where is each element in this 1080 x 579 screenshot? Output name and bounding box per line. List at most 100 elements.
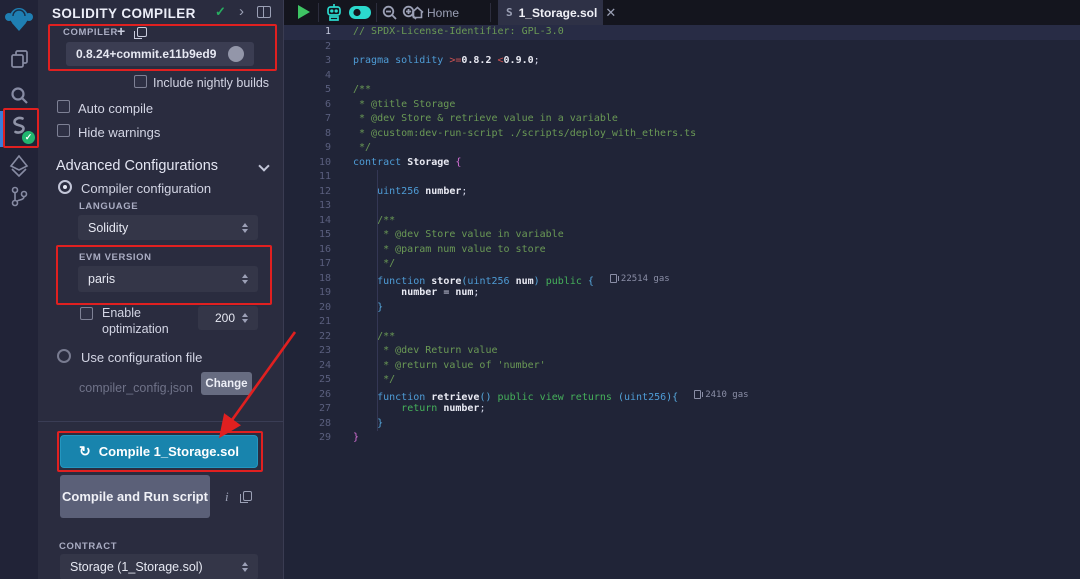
line-number: 12	[284, 185, 331, 200]
hide-warnings-checkbox[interactable]	[57, 124, 70, 137]
contract-select[interactable]: Storage (1_Storage.sol)	[60, 554, 258, 579]
code-line[interactable]: 15 * @dev Store value in variable	[284, 228, 1080, 243]
compiler-version-select[interactable]: 0.8.24+commit.e11b9ed9	[66, 42, 254, 66]
line-number: 25	[284, 373, 331, 388]
info-icon[interactable]: i	[225, 489, 229, 505]
code-line[interactable]: 19 number = num;	[284, 286, 1080, 301]
compile-and-run-button[interactable]: Compile and Run script	[60, 475, 210, 518]
code-editor[interactable]: 1// SPDX-License-Identifier: GPL-3.023pr…	[284, 25, 1080, 579]
language-value: Solidity	[88, 221, 242, 235]
code-line[interactable]: 27 return number;	[284, 402, 1080, 417]
line-number: 16	[284, 243, 331, 258]
code-line[interactable]: 28 }	[284, 417, 1080, 432]
stepper-icon	[242, 223, 248, 233]
compiler-configuration-label: Compiler configuration	[81, 181, 211, 196]
run-script-icon[interactable]	[298, 5, 310, 19]
language-label: LANGUAGE	[79, 201, 138, 212]
code-line[interactable]: 22 /**	[284, 330, 1080, 345]
enable-optimization-checkbox[interactable]	[80, 307, 93, 320]
evm-version-value: paris	[88, 272, 242, 286]
compile-button[interactable]: ↻ Compile 1_Storage.sol	[60, 435, 258, 468]
use-configuration-file-radio[interactable]	[57, 349, 71, 363]
remix-logo-icon[interactable]	[0, 3, 38, 35]
code-line[interactable]: 9 */	[284, 141, 1080, 156]
nightly-builds-label: Include nightly builds	[153, 76, 269, 90]
code-line[interactable]: 10contract Storage {	[284, 156, 1080, 171]
stepper-icon	[228, 46, 244, 62]
use-configuration-file-label: Use configuration file	[81, 350, 202, 365]
stepper-icon	[242, 313, 248, 323]
evm-version-select[interactable]: paris	[78, 266, 258, 292]
code-line[interactable]: 4	[284, 69, 1080, 84]
code-line[interactable]: 26 function retrieve() public view retur…	[284, 388, 1080, 403]
open-compiler-file-icon[interactable]	[137, 27, 147, 37]
line-number: 20	[284, 301, 331, 316]
code-line[interactable]: 20 }	[284, 301, 1080, 316]
close-tab-icon[interactable]: ✕	[605, 5, 616, 21]
compiler-configuration-radio[interactable]	[58, 180, 72, 194]
code-line[interactable]: 1// SPDX-License-Identifier: GPL-3.0	[284, 25, 1080, 40]
pin-panel-icon[interactable]	[257, 6, 271, 18]
code-line[interactable]: 7 * @dev Store & retrieve value in a var…	[284, 112, 1080, 127]
code-line[interactable]: 18 function store(uint256 num) public {2…	[284, 272, 1080, 287]
change-config-button[interactable]: Change	[201, 372, 252, 395]
fuel-pump-icon	[694, 390, 701, 399]
git-branch-icon[interactable]	[0, 186, 38, 207]
icon-rail: ✓	[0, 0, 38, 579]
line-number: 26	[284, 388, 331, 403]
line-number: 22	[284, 330, 331, 345]
code-line[interactable]: 21	[284, 315, 1080, 330]
code-line[interactable]: 5/**	[284, 83, 1080, 98]
line-number: 1	[284, 25, 331, 40]
line-number: 13	[284, 199, 331, 214]
home-icon[interactable]	[410, 5, 425, 25]
line-number: 17	[284, 257, 331, 272]
line-number: 27	[284, 402, 331, 417]
code-line[interactable]: 25 */	[284, 373, 1080, 388]
code-line[interactable]: 13	[284, 199, 1080, 214]
auto-compile-checkbox[interactable]	[57, 100, 70, 113]
stepper-icon	[242, 274, 248, 284]
nightly-builds-checkbox[interactable]	[134, 75, 147, 88]
solidity-compiler-panel: SOLIDITY COMPILER ✓ › COMPILER + 0.8.24+…	[38, 0, 283, 579]
config-file-name: compiler_config.json	[79, 381, 193, 395]
language-select[interactable]: Solidity	[78, 215, 258, 240]
optimization-runs-input[interactable]: 200	[198, 306, 258, 330]
line-number: 29	[284, 431, 331, 446]
file-explorer-icon[interactable]	[0, 48, 38, 69]
code-line[interactable]: 11	[284, 170, 1080, 185]
line-number: 6	[284, 98, 331, 113]
code-line[interactable]: 12 uint256 number;	[284, 185, 1080, 200]
code-line[interactable]: 29}	[284, 431, 1080, 446]
search-icon[interactable]	[0, 86, 38, 105]
deploy-run-icon[interactable]	[0, 155, 38, 177]
contract-section-label: CONTRACT	[59, 541, 117, 552]
refresh-icon: ↻	[79, 443, 91, 460]
home-tab-label[interactable]: Home	[427, 6, 459, 20]
optimization-runs-value: 200	[208, 311, 242, 325]
code-line[interactable]: 3pragma solidity >=0.8.2 <0.9.0;	[284, 54, 1080, 69]
tab-1-storage-sol[interactable]: S 1_Storage.sol ✕	[498, 0, 603, 25]
code-line[interactable]: 24 * @return value of 'number'	[284, 359, 1080, 374]
line-number: 2	[284, 40, 331, 55]
ai-assistant-icon[interactable]	[324, 3, 344, 27]
add-compiler-icon[interactable]: +	[117, 23, 125, 39]
chevron-right-icon[interactable]: ›	[239, 3, 244, 20]
advanced-configurations-title[interactable]: Advanced Configurations	[56, 158, 218, 174]
chevron-down-icon[interactable]	[258, 160, 269, 171]
zoom-out-icon[interactable]	[382, 5, 398, 26]
code-line[interactable]: 17 */	[284, 257, 1080, 272]
code-line[interactable]: 23 * @dev Return value	[284, 344, 1080, 359]
code-line[interactable]: 6 * @title Storage	[284, 98, 1080, 113]
toggle-icon[interactable]	[348, 5, 372, 25]
code-line[interactable]: 14 /**	[284, 214, 1080, 229]
line-number: 28	[284, 417, 331, 432]
copy-icon[interactable]	[243, 491, 252, 501]
code-line[interactable]: 2	[284, 40, 1080, 55]
code-line[interactable]: 8 * @custom:dev-run-script ./scripts/dep…	[284, 127, 1080, 142]
line-number: 21	[284, 315, 331, 330]
code-line[interactable]: 16 * @param num value to store	[284, 243, 1080, 258]
remix-ide-window: ✓ SOLIDITY COMPILER ✓ › COMPILER + 0.8.2…	[0, 0, 1080, 579]
gas-estimate-badge: 22514 gas	[610, 272, 670, 287]
compiled-check-icon: ✓	[215, 4, 226, 20]
